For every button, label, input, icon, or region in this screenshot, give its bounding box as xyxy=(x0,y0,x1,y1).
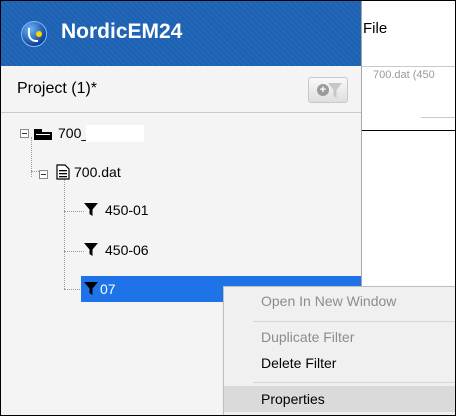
menu-hover-highlight xyxy=(224,386,455,412)
tree-file-label[interactable]: 700.dat xyxy=(74,164,121,180)
app-window: NordicEM24 Project (1)* 700_ 700.dat 450… xyxy=(0,0,456,416)
project-header: Project (1)* xyxy=(1,67,361,113)
filter-icon xyxy=(84,203,98,222)
app-title: NordicEM24 xyxy=(61,20,183,43)
file-menu[interactable]: File xyxy=(363,20,387,37)
nordic-logo-icon xyxy=(21,21,47,47)
document-tab[interactable]: 700.dat (450 xyxy=(373,69,435,81)
divider xyxy=(362,130,455,131)
filter-icon xyxy=(84,243,98,262)
redaction-box xyxy=(86,125,144,142)
divider xyxy=(421,117,455,118)
collapse-toggle[interactable] xyxy=(20,129,29,138)
menu-separator xyxy=(253,382,455,383)
tab-strip-border xyxy=(362,66,455,67)
menu-item-properties[interactable]: Properties xyxy=(261,391,325,407)
menu-item-delete-filter[interactable]: Delete Filter xyxy=(261,355,336,371)
title-bar: NordicEM24 xyxy=(1,1,361,66)
tree-connector xyxy=(64,251,84,252)
tree-root-label[interactable]: 700_ xyxy=(58,125,89,141)
tree-connector xyxy=(64,177,65,289)
tree-connector xyxy=(64,211,84,212)
collapse-toggle[interactable] xyxy=(39,170,48,179)
tree-filter-label[interactable]: 450-06 xyxy=(105,242,149,258)
menu-separator xyxy=(253,321,455,322)
document-icon xyxy=(56,164,70,185)
tree-filter-label[interactable]: 450-01 xyxy=(105,202,149,218)
menu-item-duplicate-filter[interactable]: Duplicate Filter xyxy=(261,329,354,345)
tree-filter-label-selected[interactable]: 07 xyxy=(100,281,116,297)
folder-icon xyxy=(34,127,54,146)
project-label[interactable]: Project (1)* xyxy=(17,80,97,98)
menu-item-open-in-new-window[interactable]: Open In New Window xyxy=(261,293,396,309)
filter-add-icon xyxy=(328,83,342,98)
tree-connector xyxy=(31,171,39,172)
filter-icon xyxy=(84,282,98,301)
add-filter-button[interactable]: + xyxy=(308,77,348,103)
